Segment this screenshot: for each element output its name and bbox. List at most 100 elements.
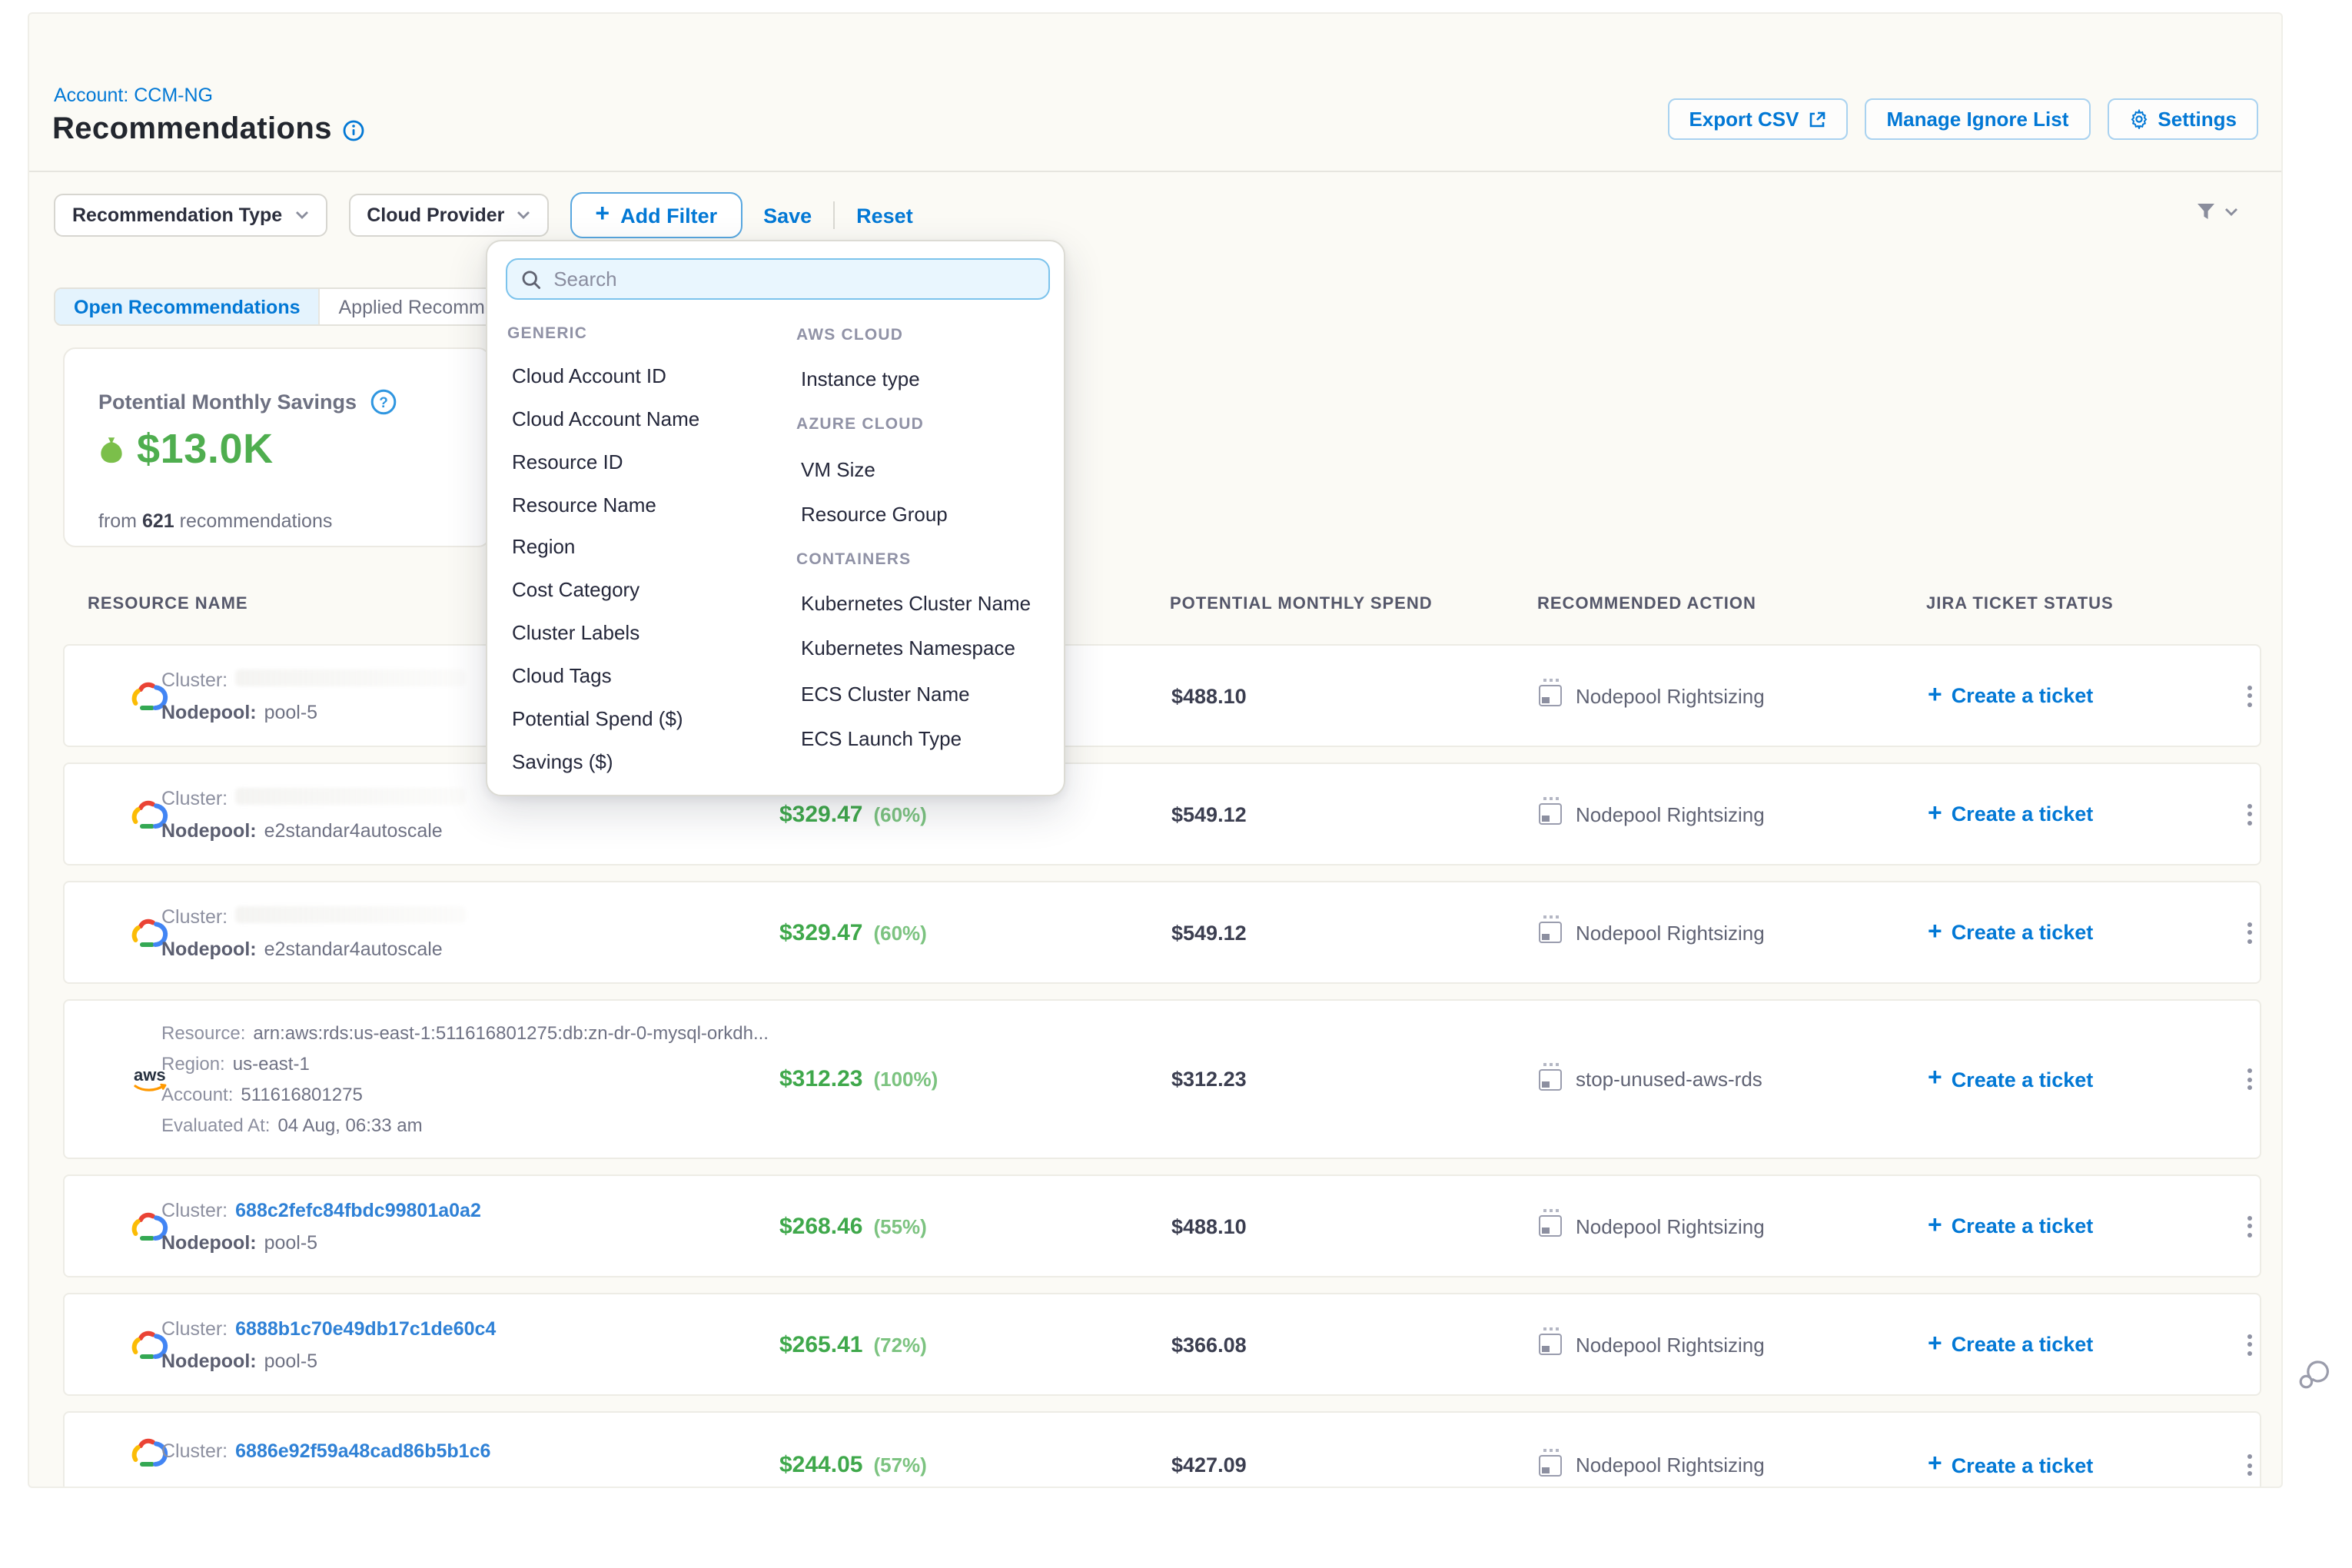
spend-value: $312.23 bbox=[1171, 1068, 1247, 1091]
export-csv-button[interactable]: Export CSV bbox=[1667, 98, 1848, 140]
row-menu-button[interactable] bbox=[2241, 1448, 2258, 1482]
create-ticket-button[interactable]: +Create a ticket bbox=[1928, 1453, 2093, 1477]
chevron-down-icon bbox=[517, 211, 530, 220]
support-chat-button[interactable] bbox=[2297, 1359, 2330, 1391]
dropdown-item[interactable]: Kubernetes Cluster Name bbox=[796, 581, 1064, 626]
action-template-icon bbox=[1539, 803, 1562, 825]
dropdown-item[interactable]: Cost Category bbox=[507, 569, 792, 612]
spend-value: $427.09 bbox=[1171, 1453, 1247, 1477]
row-menu-button[interactable] bbox=[2241, 915, 2258, 949]
nodepool-value: pool-5 bbox=[264, 701, 318, 723]
dropdown-item[interactable]: Instance type bbox=[796, 357, 1064, 401]
manage-ignore-list-button[interactable]: Manage Ignore List bbox=[1865, 98, 2090, 140]
recommendations-tabs: Open Recommendations Applied Recommendat… bbox=[54, 287, 548, 326]
cloud-provider-filter[interactable]: Cloud Provider bbox=[348, 194, 549, 237]
action-template-icon bbox=[1539, 1068, 1562, 1090]
savings-value: $329.47 bbox=[779, 801, 862, 827]
create-ticket-button[interactable]: +Create a ticket bbox=[1928, 1067, 2093, 1091]
dropdown-item[interactable]: Resource Group bbox=[796, 492, 1064, 537]
info-icon[interactable] bbox=[343, 119, 364, 141]
spend-value: $488.10 bbox=[1171, 684, 1247, 707]
dropdown-section-header: AZURE CLOUD bbox=[796, 402, 1064, 447]
dropdown-column-generic: GENERIC Cloud Account ID Cloud Account N… bbox=[487, 312, 792, 782]
dropdown-item[interactable]: VM Size bbox=[796, 447, 1064, 491]
savings-percent: (57%) bbox=[873, 1453, 926, 1477]
recommendation-type-filter[interactable]: Recommendation Type bbox=[54, 194, 327, 237]
dropdown-item[interactable]: Resource Name bbox=[507, 483, 792, 527]
resource-value: arn:aws:rds:us-east-1:511616801275:db:zn… bbox=[253, 1022, 769, 1044]
filter-bar: Recommendation Type Cloud Provider + Add… bbox=[54, 192, 913, 238]
dropdown-item[interactable]: Cloud Account Name bbox=[507, 397, 792, 440]
reset-filter-button[interactable]: Reset bbox=[856, 204, 913, 227]
action-label: Nodepool Rightsizing bbox=[1576, 684, 1765, 707]
filter-panel-toggle[interactable] bbox=[2195, 201, 2238, 223]
table-row[interactable]: aws Resource:arn:aws:rds:us-east-1:51161… bbox=[63, 999, 2261, 1159]
settings-button[interactable]: Settings bbox=[2107, 98, 2258, 140]
nodepool-value: pool-5 bbox=[264, 1231, 318, 1253]
savings-percent: (60%) bbox=[873, 802, 926, 826]
evaluated-at-value: 04 Aug, 06:33 am bbox=[277, 1115, 422, 1136]
create-ticket-button[interactable]: +Create a ticket bbox=[1928, 683, 2093, 708]
external-link-icon bbox=[1808, 110, 1826, 128]
cluster-link[interactable]: 688c2fefc84fbdc99801a0a2 bbox=[235, 1199, 481, 1221]
cluster-link[interactable]: 6886e92f59a48cad86b5b1c6 bbox=[235, 1440, 490, 1462]
table-row[interactable]: Cluster:6888b1c70e49db17c1de60c4 Nodepoo… bbox=[63, 1293, 2261, 1396]
row-menu-button[interactable] bbox=[2241, 1327, 2258, 1361]
cluster-link[interactable]: 6888b1c70e49db17c1de60c4 bbox=[235, 1317, 496, 1339]
region-label: Region: bbox=[161, 1053, 225, 1075]
dropdown-search[interactable] bbox=[506, 258, 1050, 300]
create-ticket-button[interactable]: +Create a ticket bbox=[1928, 1332, 2093, 1357]
plus-icon: + bbox=[1928, 1332, 1942, 1357]
create-ticket-button[interactable]: +Create a ticket bbox=[1928, 920, 2093, 945]
dropdown-item[interactable]: Cluster Labels bbox=[507, 611, 792, 654]
dropdown-search-input[interactable] bbox=[553, 267, 1035, 291]
dropdown-item[interactable]: Region bbox=[507, 526, 792, 569]
table-row[interactable]: Cluster:6886e92f59a48cad86b5b1c6 $244.05… bbox=[63, 1411, 2261, 1488]
row-menu-button[interactable] bbox=[2241, 1062, 2258, 1096]
table-row[interactable]: Cluster:688c2fefc84fbdc99801a0a2 Nodepoo… bbox=[63, 1174, 2261, 1277]
tab-open-recommendations[interactable]: Open Recommendations bbox=[55, 289, 319, 324]
dropdown-item[interactable]: Resource ID bbox=[507, 440, 792, 483]
plus-icon: + bbox=[1928, 1067, 1942, 1091]
save-filter-button[interactable]: Save bbox=[763, 204, 812, 227]
manage-ignore-list-label: Manage Ignore List bbox=[1886, 108, 2068, 131]
recommendations-table: Cluster: Nodepool:pool-5 $488.10 Nodepoo… bbox=[63, 644, 2261, 1488]
chevron-down-icon bbox=[294, 211, 308, 220]
svg-text:?: ? bbox=[379, 395, 388, 411]
row-menu-button[interactable] bbox=[2241, 797, 2258, 831]
table-row[interactable]: Cluster: Nodepool:pool-5 $488.10 Nodepoo… bbox=[63, 644, 2261, 747]
nodepool-value: pool-5 bbox=[264, 1350, 318, 1371]
redacted-value bbox=[235, 905, 466, 922]
dropdown-item[interactable]: ECS Cluster Name bbox=[796, 671, 1064, 716]
create-ticket-button[interactable]: +Create a ticket bbox=[1928, 1214, 2093, 1238]
nodepool-label: Nodepool: bbox=[161, 938, 257, 959]
row-menu-button[interactable] bbox=[2241, 1209, 2258, 1243]
dropdown-item[interactable]: Savings ($) bbox=[507, 739, 792, 782]
nodepool-label: Nodepool: bbox=[161, 819, 257, 841]
nodepool-label: Nodepool: bbox=[161, 701, 257, 723]
savings-card-title: Potential Monthly Savings bbox=[98, 390, 357, 414]
savings-percent: (100%) bbox=[873, 1068, 938, 1091]
dropdown-section-header: CONTAINERS bbox=[796, 537, 1064, 581]
table-row[interactable]: Cluster: Nodepool:e2standar4autoscale $3… bbox=[63, 881, 2261, 984]
dropdown-item[interactable]: Cloud Account ID bbox=[507, 355, 792, 398]
plus-icon: + bbox=[595, 203, 610, 228]
page-title: Recommendations bbox=[52, 112, 332, 148]
dropdown-item[interactable]: Cloud Tags bbox=[507, 654, 792, 697]
dropdown-item[interactable]: Potential Spend ($) bbox=[507, 697, 792, 740]
redacted-value bbox=[235, 669, 466, 686]
dropdown-item[interactable]: ECS Launch Type bbox=[796, 716, 1064, 760]
search-icon bbox=[521, 268, 541, 290]
account-breadcrumb[interactable]: Account: CCM-NG bbox=[54, 85, 213, 106]
action-label: Nodepool Rightsizing bbox=[1576, 921, 1765, 944]
plus-icon: + bbox=[1928, 1453, 1942, 1477]
nodepool-label: Nodepool: bbox=[161, 1231, 257, 1253]
help-icon[interactable]: ? bbox=[370, 389, 397, 415]
settings-label: Settings bbox=[2158, 108, 2237, 131]
dropdown-item[interactable]: Kubernetes Namespace bbox=[796, 626, 1064, 671]
savings-value: $312.23 bbox=[779, 1066, 862, 1092]
row-menu-button[interactable] bbox=[2241, 679, 2258, 713]
table-row[interactable]: Cluster: Nodepool:e2standar4autoscale $3… bbox=[63, 762, 2261, 865]
add-filter-button[interactable]: + Add Filter bbox=[570, 192, 742, 238]
create-ticket-button[interactable]: +Create a ticket bbox=[1928, 802, 2093, 826]
